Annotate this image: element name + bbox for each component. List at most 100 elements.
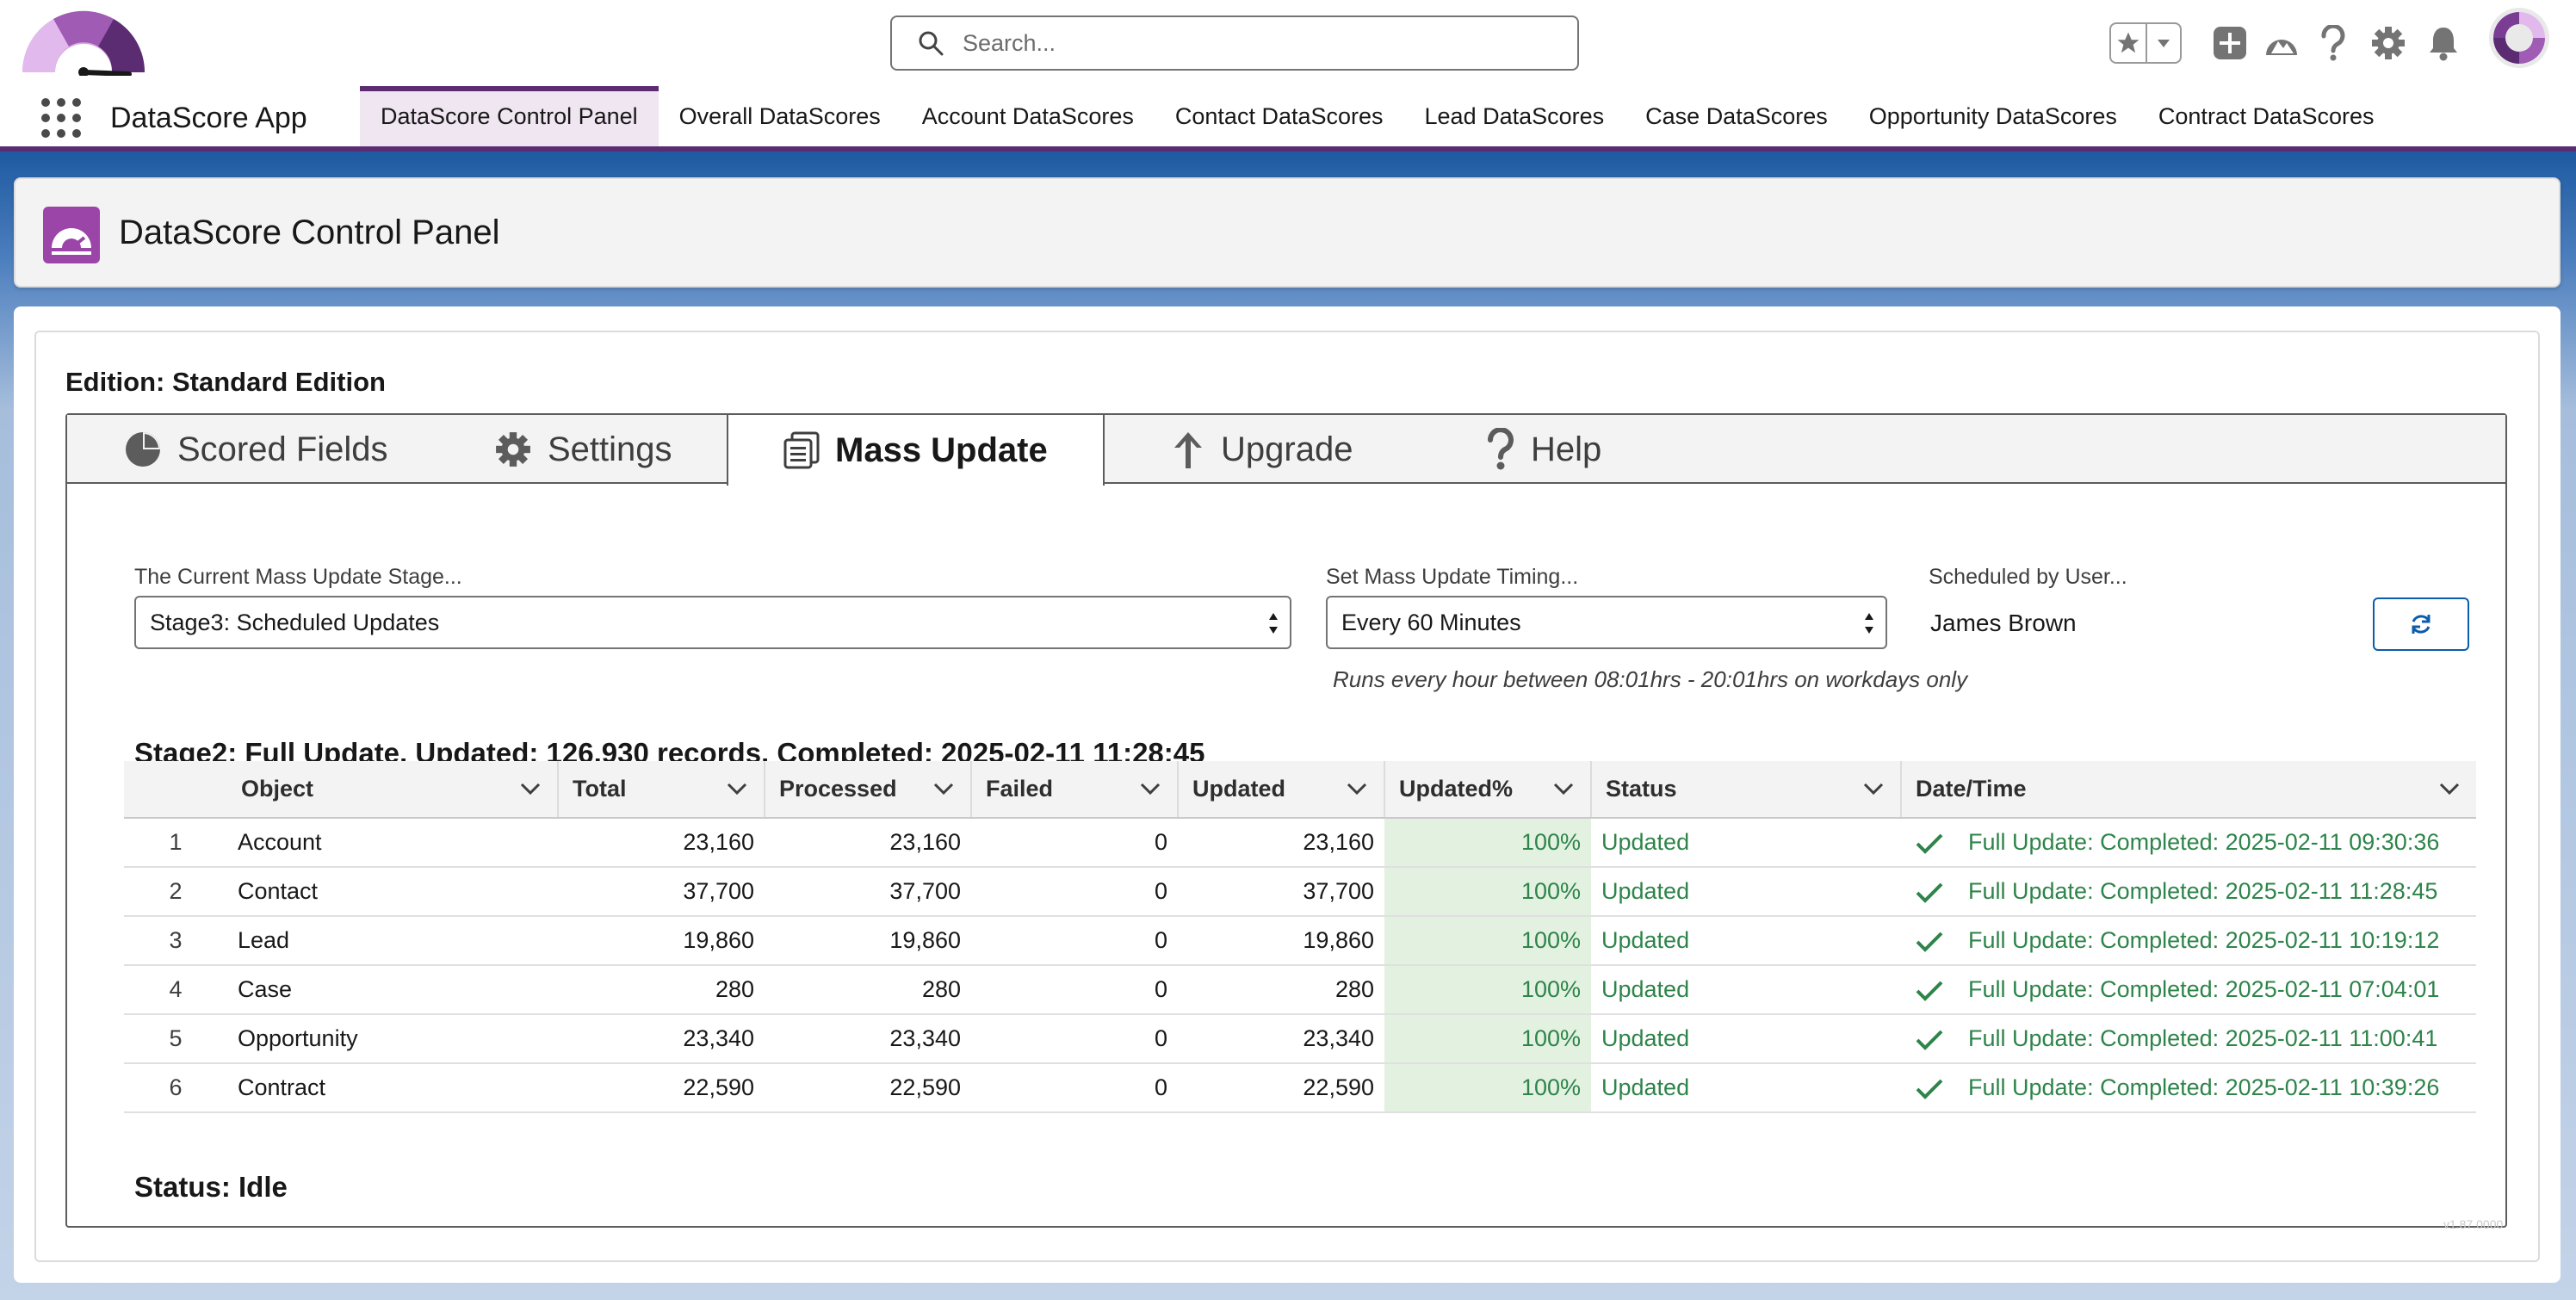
datascore-logo[interactable] bbox=[19, 9, 148, 76]
chevron-down-icon bbox=[2439, 783, 2460, 795]
table-row: 1 Account 23,160 23,160 0 23,160 100% Up… bbox=[124, 818, 2476, 868]
nav-tab-account-datascores[interactable]: Account DataScores bbox=[901, 86, 1155, 146]
cell-status: Updated bbox=[1591, 867, 1901, 917]
stage-select[interactable]: Stage3: Scheduled Updates bbox=[134, 596, 1291, 649]
tab-upgrade[interactable]: Upgrade bbox=[1171, 415, 1353, 484]
arrow-up-icon bbox=[1174, 432, 1202, 468]
question-icon bbox=[1488, 428, 1514, 470]
column-header-status[interactable]: Status bbox=[1591, 761, 1902, 819]
tab-settings[interactable]: Settings bbox=[494, 415, 672, 484]
nav-tab-overall-datascores[interactable]: Overall DataScores bbox=[659, 86, 901, 146]
cell-status: Updated bbox=[1591, 916, 1901, 966]
tab-scored-fields[interactable]: Scored Fields bbox=[124, 415, 388, 484]
cell-datetime: Full Update: Completed: 2025-02-11 09:30… bbox=[1901, 818, 2476, 868]
stage-select-value: Stage3: Scheduled Updates bbox=[150, 609, 440, 635]
global-header bbox=[0, 0, 2576, 86]
page-header: DataScore Control Panel bbox=[14, 177, 2561, 288]
cell-total: 23,160 bbox=[558, 818, 765, 868]
cell-total: 23,340 bbox=[558, 1014, 765, 1064]
nav-tab-contact-datascores[interactable]: Contact DataScores bbox=[1155, 86, 1404, 146]
cell-failed: 0 bbox=[971, 916, 1178, 966]
cell-updated-pct: 100% bbox=[1384, 965, 1591, 1015]
tab-mass-update[interactable]: Mass Update bbox=[727, 415, 1105, 486]
timing-select[interactable]: Every 60 Minutes bbox=[1326, 596, 1887, 649]
timing-label: Set Mass Update Timing... bbox=[1326, 565, 1579, 589]
cell-total: 37,700 bbox=[558, 867, 765, 917]
check-icon bbox=[1916, 882, 1943, 903]
notifications-bell-icon[interactable] bbox=[2423, 22, 2464, 64]
scheduled-user-value: James Brown bbox=[1930, 610, 2077, 636]
app-navigation-bar: DataScore App DataScore Control Panel Ov… bbox=[0, 86, 2576, 152]
column-header-processed[interactable]: Processed bbox=[765, 761, 972, 819]
column-header-object[interactable]: Object bbox=[227, 761, 559, 819]
chevron-down-icon bbox=[1863, 783, 1884, 795]
column-header-updated[interactable]: Updated bbox=[1178, 761, 1385, 819]
global-search[interactable] bbox=[890, 15, 1579, 71]
column-header-label: Updated bbox=[1192, 776, 1285, 802]
cell-updated: 22,590 bbox=[1178, 1063, 1384, 1113]
cell-datetime-text: Full Update: Completed: 2025-02-11 07:04… bbox=[1968, 976, 2440, 1002]
global-add-icon[interactable] bbox=[2209, 22, 2251, 64]
chevron-down-icon bbox=[933, 783, 954, 795]
cell-processed: 23,160 bbox=[765, 818, 971, 868]
timing-select-value: Every 60 Minutes bbox=[1341, 609, 1521, 635]
row-number: 5 bbox=[124, 1014, 227, 1064]
cell-failed: 0 bbox=[971, 1063, 1178, 1113]
column-header-label: Failed bbox=[986, 776, 1054, 802]
cell-status: Updated bbox=[1591, 965, 1901, 1015]
cell-updated: 19,860 bbox=[1178, 916, 1384, 966]
cell-processed: 22,590 bbox=[765, 1063, 971, 1113]
tab-help[interactable]: Help bbox=[1486, 415, 1601, 484]
favorites-star-icon[interactable] bbox=[2111, 24, 2146, 62]
nav-tabs: DataScore Control Panel Overall DataScor… bbox=[360, 86, 2395, 146]
favorites-group[interactable] bbox=[2109, 22, 2182, 64]
nav-tab-opportunity-datascores[interactable]: Opportunity DataScores bbox=[1848, 86, 2138, 146]
cell-processed: 23,340 bbox=[765, 1014, 971, 1064]
cell-updated: 23,160 bbox=[1178, 818, 1384, 868]
column-header-updated-pct[interactable]: Updated% bbox=[1384, 761, 1592, 819]
app-launcher-icon[interactable] bbox=[41, 98, 81, 138]
cell-updated: 280 bbox=[1178, 965, 1384, 1015]
check-icon bbox=[1916, 1030, 1943, 1050]
setup-gear-icon[interactable] bbox=[2368, 22, 2409, 64]
tab-mass-update-label: Mass Update bbox=[835, 430, 1048, 469]
status-text: Status: Idle bbox=[134, 1171, 288, 1203]
cell-updated-pct: 100% bbox=[1384, 867, 1591, 917]
cell-processed: 37,700 bbox=[765, 867, 971, 917]
search-input[interactable] bbox=[963, 29, 1548, 57]
column-header-total[interactable]: Total bbox=[558, 761, 765, 819]
cell-total: 22,590 bbox=[558, 1063, 765, 1113]
cell-datetime: Full Update: Completed: 2025-02-11 10:39… bbox=[1901, 1063, 2476, 1113]
nav-tab-datascore-control-panel[interactable]: DataScore Control Panel bbox=[360, 86, 659, 146]
cell-updated: 37,700 bbox=[1178, 867, 1384, 917]
cell-datetime-text: Full Update: Completed: 2025-02-11 10:19… bbox=[1968, 927, 2440, 953]
search-icon bbox=[919, 31, 944, 56]
nav-tab-contract-datascores[interactable]: Contract DataScores bbox=[2138, 86, 2395, 146]
refresh-icon bbox=[2412, 615, 2430, 634]
stage-label: The Current Mass Update Stage... bbox=[134, 565, 462, 589]
column-header-failed[interactable]: Failed bbox=[971, 761, 1179, 819]
nav-tab-lead-datascores[interactable]: Lead DataScores bbox=[1404, 86, 1625, 146]
help-icon[interactable] bbox=[2313, 22, 2354, 64]
tab-bar: Scored Fields Settings Mass Update Upgra… bbox=[67, 415, 2505, 486]
nav-tab-case-datascores[interactable]: Case DataScores bbox=[1625, 86, 1848, 146]
row-number: 1 bbox=[124, 818, 227, 868]
chevron-down-icon bbox=[1140, 783, 1161, 795]
refresh-button[interactable] bbox=[2373, 597, 2469, 651]
cell-failed: 0 bbox=[971, 1014, 1178, 1064]
column-header-label: Object bbox=[241, 776, 314, 802]
user-label: Scheduled by User... bbox=[1929, 565, 2127, 589]
cell-datetime-text: Full Update: Completed: 2025-02-11 11:00… bbox=[1968, 1025, 2438, 1051]
version-label: v1.87.0000 bbox=[2443, 1217, 2504, 1231]
cell-status: Updated bbox=[1591, 1063, 1901, 1113]
user-avatar[interactable] bbox=[2488, 7, 2550, 69]
favorites-dropdown-icon[interactable] bbox=[2146, 24, 2180, 62]
table-row: 4 Case 280 280 0 280 100% Updated Full U… bbox=[124, 965, 2476, 1015]
chevron-down-icon bbox=[1347, 783, 1367, 795]
cell-datetime: Full Update: Completed: 2025-02-11 11:00… bbox=[1901, 1014, 2476, 1064]
column-header-datetime[interactable]: Date/Time bbox=[1901, 761, 2476, 819]
column-header-label: Date/Time bbox=[1916, 776, 2027, 802]
cell-object: Contract bbox=[227, 1063, 558, 1113]
row-number: 6 bbox=[124, 1063, 227, 1113]
trailhead-icon[interactable] bbox=[2261, 22, 2302, 64]
